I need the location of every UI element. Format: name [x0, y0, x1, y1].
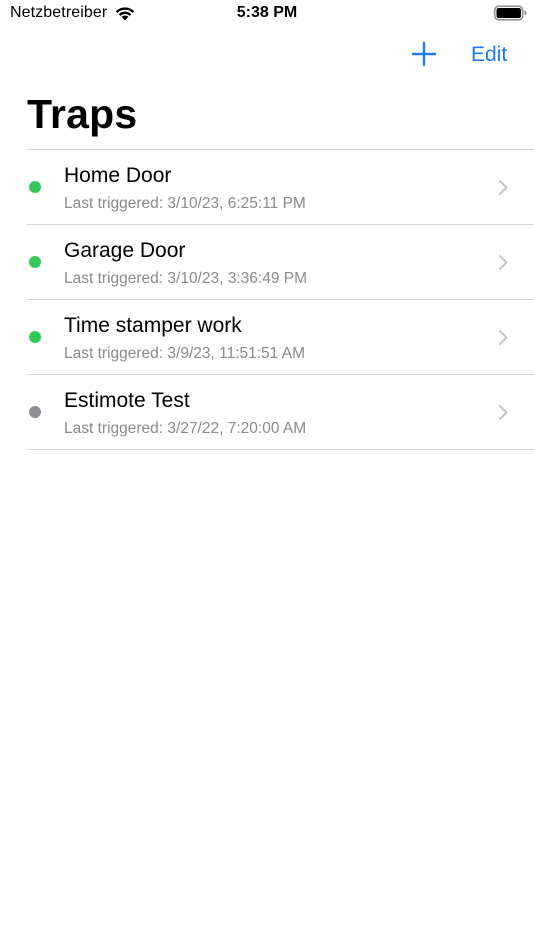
last-triggered-label: Last triggered: 3/9/23, 11:51:51 AM [64, 345, 305, 362]
clock: 5:38 PM [236, 4, 298, 21]
chevron-right-icon [499, 330, 508, 345]
trap-name: Estimote Test [64, 389, 190, 412]
trap-name: Home Door [64, 164, 172, 187]
last-triggered-label: Last triggered: 3/27/22, 7:20:00 AM [64, 420, 307, 437]
battery-icon [494, 5, 527, 21]
list-item[interactable]: Garage Door Last triggered: 3/10/23, 3:3… [27, 225, 534, 300]
last-triggered-label: Last triggered: 3/10/23, 6:25:11 PM [64, 195, 306, 212]
list-item[interactable]: Estimote Test Last triggered: 3/27/22, 7… [27, 375, 534, 450]
status-dot-icon [29, 181, 41, 193]
trap-name: Time stamper work [64, 314, 242, 337]
chevron-right-icon [499, 180, 508, 195]
edit-button[interactable]: Edit [471, 43, 507, 67]
trap-name: Garage Door [64, 239, 186, 262]
last-triggered-label: Last triggered: 3/10/23, 3:36:49 PM [64, 270, 307, 287]
list-item[interactable]: Time stamper work Last triggered: 3/9/23… [27, 300, 534, 375]
traps-list: Home Door Last triggered: 3/10/23, 6:25:… [27, 149, 534, 450]
status-bar: Netzbetreiber 5:38 PM [0, 0, 534, 30]
status-dot-icon [29, 256, 41, 268]
list-item[interactable]: Home Door Last triggered: 3/10/23, 6:25:… [27, 150, 534, 225]
page-title: Traps [27, 91, 138, 137]
chevron-right-icon [499, 255, 508, 270]
chevron-right-icon [499, 405, 508, 420]
plus-icon[interactable] [410, 40, 438, 68]
status-dot-icon [29, 331, 41, 343]
status-dot-icon [29, 406, 41, 418]
